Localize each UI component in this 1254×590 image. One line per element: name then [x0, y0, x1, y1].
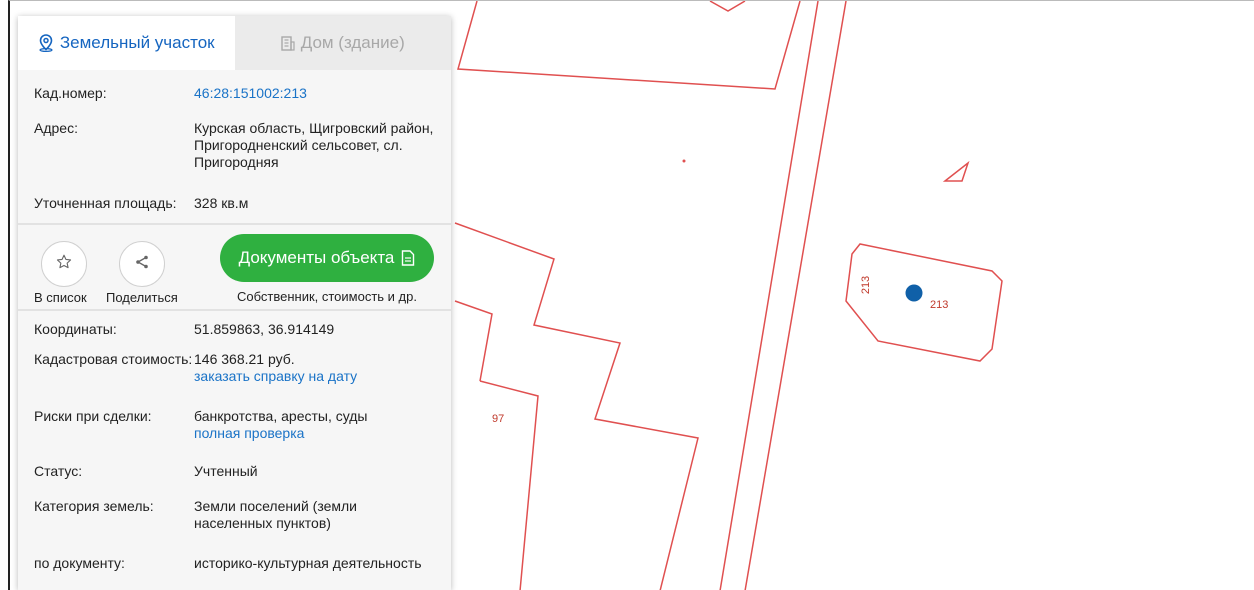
parcel-label-213-vertical: 213: [860, 275, 873, 295]
tab-bar: Земельный участок Дом (здание): [18, 16, 451, 70]
risks-key: Риски при сделки:: [34, 408, 152, 424]
coordinates-key: Координаты:: [34, 321, 117, 337]
location-pin-icon: [38, 34, 54, 52]
status-key: Статус:: [34, 463, 83, 479]
share-icon: [134, 254, 150, 275]
document-usage-value: историко-культурная деятельность: [194, 555, 422, 571]
document-usage-key: по документу:: [34, 555, 125, 571]
land-category-key: Категория земель:: [34, 498, 154, 514]
star-icon: [55, 253, 73, 276]
documents-button[interactable]: Документы объекта: [220, 234, 434, 282]
status-row: Статус: Учтенный: [18, 463, 451, 498]
favorite-label[interactable]: В список: [34, 290, 87, 305]
status-value: Учтенный: [194, 463, 258, 479]
order-certificate-link[interactable]: заказать справку на дату: [194, 368, 435, 385]
tab-building[interactable]: Дом (здание): [234, 16, 451, 70]
tab-land-plot[interactable]: Земельный участок: [18, 16, 235, 70]
cadastral-number-link[interactable]: 46:28:151002:213: [194, 85, 435, 120]
actions-bar: В список Поделиться Документы объекта Со…: [18, 225, 451, 309]
building-icon: [281, 35, 295, 51]
cadastral-value-row: Кадастровая стоимость: 146 368.21 руб. з…: [18, 351, 451, 408]
cadastral-number-row: Кад.номер: 46:28:151002:213: [18, 85, 451, 120]
coordinates-value: 51.859863, 36.914149: [194, 321, 335, 337]
map-marker[interactable]: [905, 284, 923, 302]
land-category-value: Земли поселений (земли населенных пункто…: [194, 498, 357, 531]
tab-building-label: Дом (здание): [300, 33, 405, 52]
cadastral-number-key: Кад.номер:: [34, 85, 107, 101]
tab-land-plot-label: Земельный участок: [59, 33, 215, 52]
land-category-row: Категория земель: Земли поселений (земли…: [18, 498, 451, 555]
area-value: 328 кв.м: [194, 195, 249, 211]
risks-row: Риски при сделки: банкротства, аресты, с…: [18, 408, 451, 463]
share-button[interactable]: [119, 241, 165, 287]
risks-value: банкротства, аресты, суды: [194, 408, 368, 424]
document-usage-row: по документу: историко-культурная деятел…: [18, 555, 451, 580]
parcel-label-97: 97: [492, 413, 505, 425]
address-value: Курская область, Щигровский район, Приго…: [194, 120, 434, 170]
area-key: Уточненная площадь:: [34, 195, 177, 211]
coordinates-row: Координаты: 51.859863, 36.914149: [18, 321, 451, 351]
full-check-link[interactable]: полная проверка: [194, 425, 435, 442]
document-icon: [401, 250, 415, 266]
documents-subtitle: Собственник, стоимость и др.: [236, 289, 417, 304]
favorite-button[interactable]: [41, 241, 87, 287]
info-panel: Земельный участок Дом (здание) Кад.номер…: [18, 16, 451, 590]
cadastral-value-value: 146 368.21 руб.: [194, 351, 295, 367]
address-key: Адрес:: [34, 120, 78, 136]
share-label[interactable]: Поделиться: [106, 290, 178, 305]
cadastral-value-key: Кадастровая стоимость:: [34, 351, 193, 367]
parcel-label-213: 213: [930, 299, 949, 311]
documents-button-label: Документы объекта: [238, 248, 395, 267]
area-row: Уточненная площадь: 328 кв.м: [18, 195, 451, 223]
address-row: Адрес: Курская область, Щигровский район…: [18, 120, 451, 195]
